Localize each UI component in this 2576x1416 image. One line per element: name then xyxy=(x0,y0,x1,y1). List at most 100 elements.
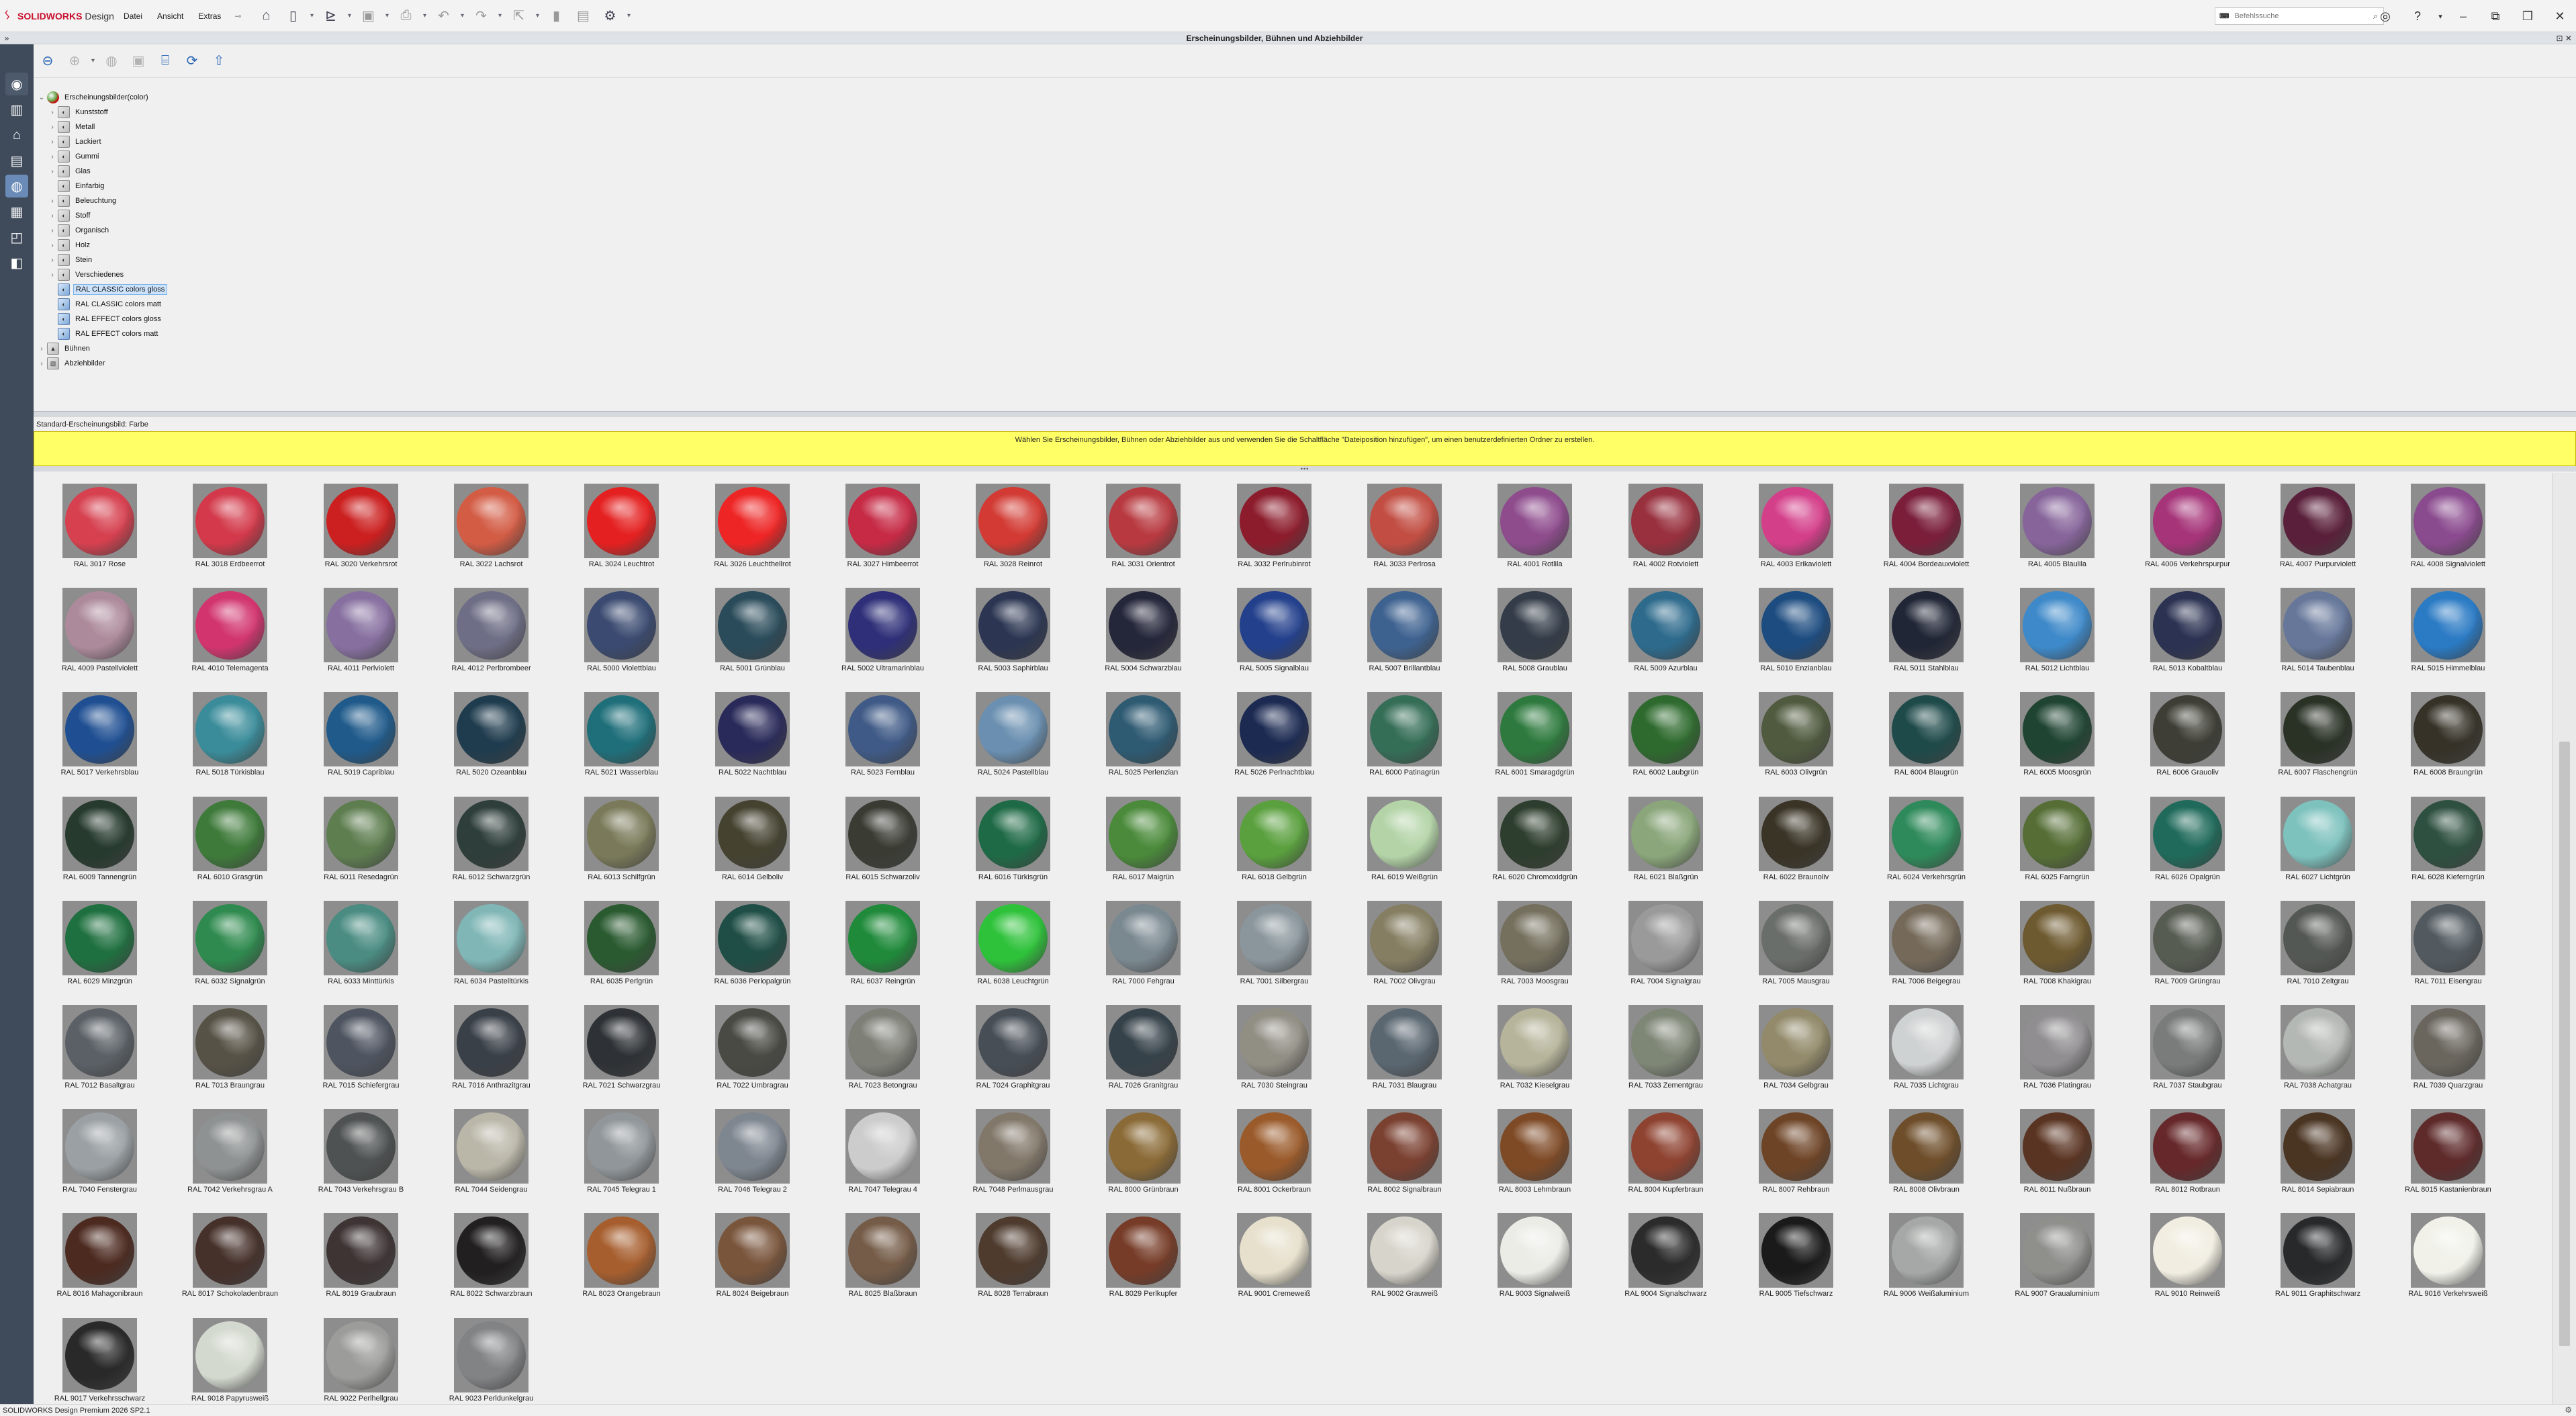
appearance-swatch[interactable]: RAL 9002 Grauweiß xyxy=(1338,1210,1459,1309)
appearance-swatch[interactable]: RAL 8015 Kastanienbraun xyxy=(2382,1106,2503,1204)
save-dropdown-icon[interactable]: ▾ xyxy=(383,12,390,19)
appearance-swatch[interactable]: RAL 6002 Laubgrün xyxy=(1600,689,1720,787)
appearance-swatch[interactable]: RAL 5001 Grünblau xyxy=(686,585,807,683)
appearance-swatch[interactable]: RAL 6018 Gelbgrün xyxy=(1208,794,1329,892)
file-properties-icon[interactable]: ▤ xyxy=(571,5,594,28)
tree-expand-icon[interactable]: › xyxy=(36,345,47,353)
appearance-swatch[interactable]: RAL 6013 Schilfgrün xyxy=(555,794,676,892)
appearance-swatch[interactable]: RAL 8025 Blaßbraun xyxy=(817,1210,937,1309)
appearance-swatch[interactable]: RAL 6027 Lichtgrün xyxy=(2252,794,2373,892)
appearance-swatch[interactable]: RAL 9018 Papyrusweiß xyxy=(164,1315,285,1413)
home-icon[interactable]: ⌂ xyxy=(255,5,277,28)
appearance-swatch[interactable]: RAL 6004 Blaugrün xyxy=(1860,689,1981,787)
appearance-swatch[interactable]: RAL 7026 Granitgrau xyxy=(1077,1002,1198,1100)
appearance-swatch[interactable]: RAL 9011 Graphitschwarz xyxy=(2252,1210,2373,1309)
tab-design-library-icon[interactable]: ▥ xyxy=(5,98,28,121)
appearance-swatch[interactable]: RAL 4011 Perlviolett xyxy=(295,585,416,683)
tree-expand-icon[interactable]: › xyxy=(47,227,58,234)
appearance-swatch[interactable]: RAL 7033 Zementgrau xyxy=(1600,1002,1720,1100)
appearance-swatch[interactable]: RAL 5017 Verkehrsblau xyxy=(34,689,154,787)
appearance-swatch[interactable]: RAL 7044 Seidengrau xyxy=(425,1106,546,1204)
lower-splitter[interactable]: ••• xyxy=(34,466,2576,472)
appearance-swatch[interactable]: RAL 8000 Grünbraun xyxy=(1077,1106,1198,1204)
tree-expand-icon[interactable]: › xyxy=(47,197,58,205)
appearance-swatch[interactable]: RAL 7024 Graphitgrau xyxy=(947,1002,1068,1100)
appearance-swatch[interactable]: RAL 5020 Ozeanblau xyxy=(425,689,546,787)
splitter-grip-icon[interactable]: ••• xyxy=(1301,466,1309,472)
appearance-swatch[interactable]: RAL 5000 Violettblau xyxy=(555,585,676,683)
tree-node-child[interactable]: › ◐ Holz xyxy=(34,238,436,253)
tree-node-child[interactable]: › ◐ Lackiert xyxy=(34,134,436,149)
help-dropdown-icon[interactable]: ▾ xyxy=(2434,0,2447,32)
appearance-swatch[interactable]: RAL 3032 Perlrubinrot xyxy=(1208,481,1329,579)
appearance-swatch[interactable]: RAL 8028 Terrabraun xyxy=(947,1210,1068,1309)
tree-expand-icon[interactable]: › xyxy=(47,212,58,220)
appearance-swatch[interactable]: RAL 8007 Rehbraun xyxy=(1730,1106,1851,1204)
open-icon[interactable]: ⊵ xyxy=(319,5,342,28)
appearance-swatch[interactable]: RAL 4007 Purpurviolett xyxy=(2252,481,2373,579)
appearance-swatch[interactable]: RAL 7001 Silbergrau xyxy=(1208,898,1329,996)
appearance-swatch[interactable]: RAL 5007 Brillantblau xyxy=(1338,585,1459,683)
appearance-swatch[interactable]: RAL 6021 Blaßgrün xyxy=(1600,794,1720,892)
appearance-swatch[interactable]: RAL 7023 Betongrau xyxy=(817,1002,937,1100)
appearance-swatch[interactable]: RAL 8029 Perlkupfer xyxy=(1077,1210,1198,1309)
appearance-swatch[interactable]: RAL 7015 Schiefergrau xyxy=(295,1002,416,1100)
appearance-swatch[interactable]: RAL 4001 Rotlila xyxy=(1469,481,1590,579)
appearance-swatch[interactable]: RAL 7040 Fenstergrau xyxy=(34,1106,154,1204)
add-folder-icon[interactable]: ▣ xyxy=(128,51,148,71)
appearance-swatch[interactable]: RAL 6012 Schwarzgrün xyxy=(425,794,546,892)
tree-expand-icon[interactable]: › xyxy=(36,360,47,367)
tree-node-child[interactable]: ◐ RAL CLASSIC colors gloss xyxy=(34,282,436,297)
appearance-swatch[interactable]: RAL 9016 Verkehrsweiß xyxy=(2382,1210,2503,1309)
tree-node-child[interactable]: › ◐ Beleuchtung xyxy=(34,193,436,208)
appearance-swatch[interactable]: RAL 7042 Verkehrsgrau A xyxy=(164,1106,285,1204)
tab-forum-icon[interactable]: ◰ xyxy=(5,226,28,249)
appearance-swatch[interactable]: RAL 5021 Wasserblau xyxy=(555,689,676,787)
tree-node-child[interactable]: › ◐ Stein xyxy=(34,253,436,267)
appearance-swatch[interactable]: RAL 6034 Pastelltürkis xyxy=(425,898,546,996)
appearance-swatch[interactable]: RAL 7034 Gelbgrau xyxy=(1730,1002,1851,1100)
up-one-level-icon[interactable]: ⇧ xyxy=(209,51,229,71)
appearance-swatch[interactable]: RAL 4008 Signalviolett xyxy=(2382,481,2503,579)
restore-down-icon[interactable]: ⧉ xyxy=(2479,0,2512,32)
tab-solidworks-resources-icon[interactable]: ◉ xyxy=(5,73,28,95)
appearance-swatch[interactable]: RAL 7035 Lichtgrau xyxy=(1860,1002,1981,1100)
options-dropdown-icon[interactable]: ▾ xyxy=(625,12,632,19)
select-icon[interactable]: ⇱ xyxy=(507,5,530,28)
appearance-swatch[interactable]: RAL 7039 Quarzgrau xyxy=(2382,1002,2503,1100)
appearance-swatch[interactable]: RAL 4004 Bordeauxviolett xyxy=(1860,481,1981,579)
appearance-swatch[interactable]: RAL 7008 Khakigrau xyxy=(1991,898,2112,996)
appearance-swatch[interactable]: RAL 8003 Lehmbraun xyxy=(1469,1106,1590,1204)
appearance-swatch[interactable]: RAL 8002 Signalbraun xyxy=(1338,1106,1459,1204)
appearance-swatch[interactable]: RAL 3033 Perlrosa xyxy=(1338,481,1459,579)
tab-appearances-icon[interactable]: ◍ xyxy=(5,175,28,197)
tree-node-child[interactable]: › ◐ Verschiedenes xyxy=(34,267,436,282)
appearance-swatch[interactable]: RAL 7009 Grüngrau xyxy=(2121,898,2242,996)
close-icon[interactable]: ✕ xyxy=(2544,0,2576,32)
tree-node-child[interactable]: ◐ RAL EFFECT colors matt xyxy=(34,326,436,341)
tab-file-explorer-icon[interactable]: ⌂ xyxy=(5,124,28,146)
appearance-swatch[interactable]: RAL 3020 Verkehrsrot xyxy=(295,481,416,579)
appearance-swatch[interactable]: RAL 7037 Staubgrau xyxy=(2121,1002,2242,1100)
appearance-swatch[interactable]: RAL 6011 Resedagrün xyxy=(295,794,416,892)
appearance-swatch[interactable]: RAL 8016 Mahagonibraun xyxy=(34,1210,154,1309)
appearance-swatch[interactable]: RAL 7016 Anthrazitgrau xyxy=(425,1002,546,1100)
tree-expand-icon[interactable]: › xyxy=(47,153,58,161)
appearance-swatch[interactable]: RAL 6010 Grasgrün xyxy=(164,794,285,892)
command-search-box[interactable]: ⌨ Befehlssuche ⌕ xyxy=(2215,7,2384,25)
add-file-location-icon[interactable]: ⌸ xyxy=(155,51,175,71)
appearance-swatch[interactable]: RAL 9010 Reinweiß xyxy=(2121,1210,2242,1309)
appearance-swatch[interactable]: RAL 4012 Perlbrombeer xyxy=(425,585,546,683)
appearance-swatch[interactable]: RAL 3031 Orientrot xyxy=(1077,481,1198,579)
appearance-swatch[interactable]: RAL 6024 Verkehrsgrün xyxy=(1860,794,1981,892)
rebuild-icon[interactable]: ▮ xyxy=(545,5,567,28)
appearance-swatch[interactable]: RAL 7036 Platingrau xyxy=(1991,1002,2112,1100)
appearance-swatch[interactable]: RAL 4002 Rotviolett xyxy=(1600,481,1720,579)
refresh-icon[interactable]: ⟳ xyxy=(182,51,202,71)
appearance-swatch[interactable]: RAL 8011 Nußbraun xyxy=(1991,1106,2112,1204)
appearance-swatch[interactable]: RAL 5025 Perlenzian xyxy=(1077,689,1198,787)
appearance-swatch[interactable]: RAL 9022 Perlhellgrau xyxy=(295,1315,416,1413)
appearance-swatch[interactable]: RAL 8023 Orangebraun xyxy=(555,1210,676,1309)
appearance-swatch[interactable]: RAL 7005 Mausgrau xyxy=(1730,898,1851,996)
upper-splitter[interactable] xyxy=(34,411,2576,416)
